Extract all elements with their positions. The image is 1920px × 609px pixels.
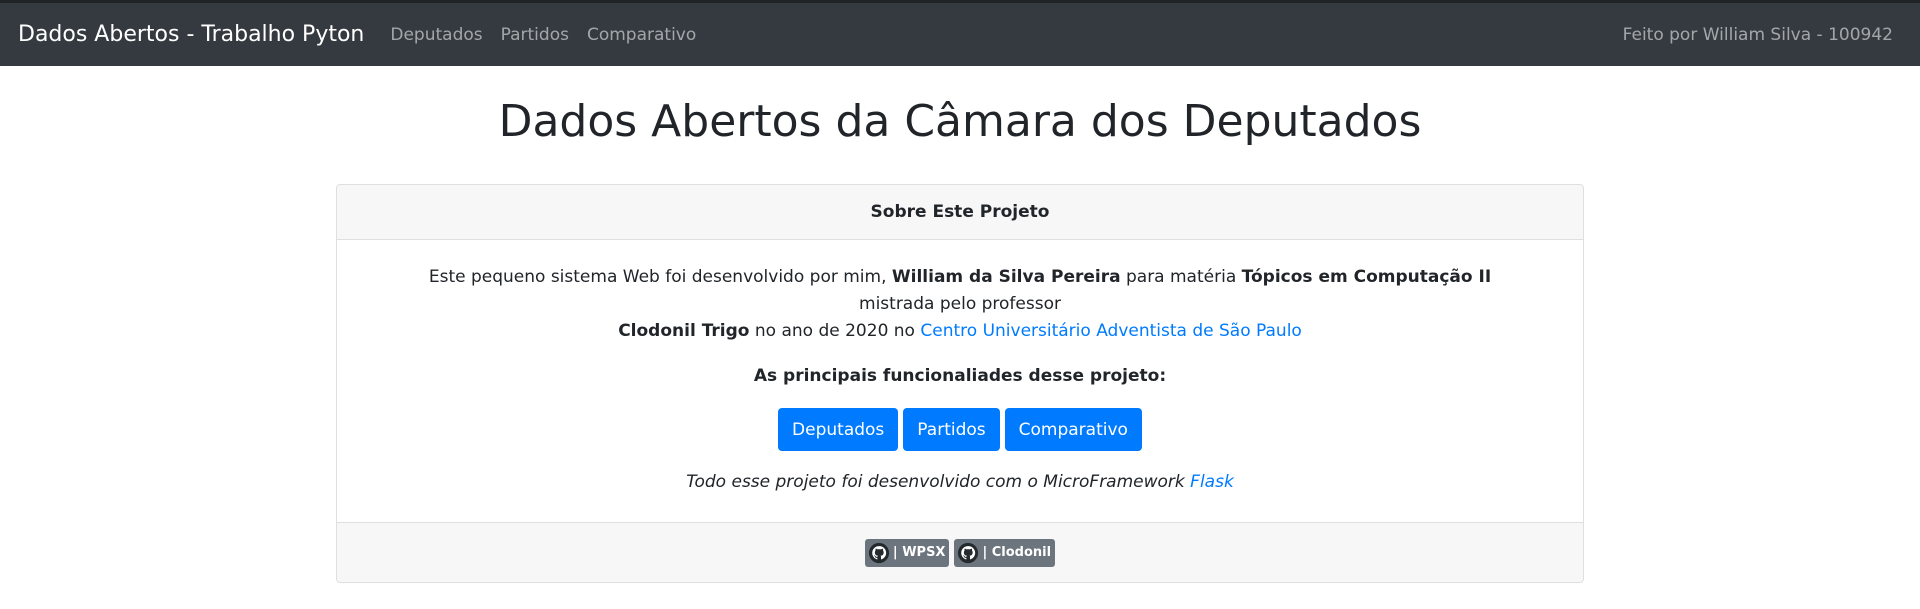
intro-paragraph: Este pequeno sistema Web foi desenvolvid… [397,264,1523,345]
outro-paragraph: Todo esse projeto foi desenvolvido com o… [397,469,1523,496]
features-title: As principais funcionaliades desse proje… [753,366,1167,386]
github-badge-clodonil-label: | Clodonil [982,545,1052,560]
card-header: Sobre Este Projeto [337,185,1583,240]
github-badge-wpsx[interactable]: | WPSX [864,538,950,567]
flask-link[interactable]: Flask [1190,472,1234,492]
outro-text: Todo esse projeto foi desenvolvido com o… [686,472,1191,492]
card-body: Este pequeno sistema Web foi desenvolvid… [337,240,1583,522]
navbar-brand[interactable]: Dados Abertos - Trabalho Pyton [18,22,364,47]
comparativo-button[interactable]: Comparativo [1004,408,1142,451]
navbar-links: Deputados Partidos Comparativo [390,25,714,45]
deputados-button[interactable]: Deputados [778,408,899,451]
author-name: William da Silva Pereira [891,267,1121,287]
nav-link-deputados[interactable]: Deputados [390,25,482,45]
feature-buttons: Deputados Partidos Comparativo [397,408,1523,451]
navbar-credit: Feito por William Silva - 100942 [1622,24,1893,45]
nav-link-partidos[interactable]: Partidos [501,25,569,45]
github-icon [958,542,979,563]
github-badge-wpsx-label: | WPSX [892,545,946,560]
intro-text-1: Este pequeno sistema Web foi desenvolvid… [428,267,892,287]
intro-text-2: para matéria [1120,267,1242,287]
nav-link-comparativo[interactable]: Comparativo [587,25,696,45]
professor-name: Clodonil Trigo [618,321,750,341]
course-name: Tópicos em Computação II [1241,267,1492,287]
top-navbar: Dados Abertos - Trabalho Pyton Deputados… [0,0,1920,66]
github-icon [868,542,890,563]
partidos-button[interactable]: Partidos [903,408,1000,451]
intro-text-3: mistrada pelo professor [859,294,1061,314]
page-title: Dados Abertos da Câmara dos Deputados [498,96,1422,147]
github-badge-clodonil[interactable]: | Clodonil [954,538,1056,567]
university-link[interactable]: Centro Universitário Adventista de São P… [920,321,1301,341]
about-card: Sobre Este Projeto Este pequeno sistema … [336,184,1584,583]
card-footer: | WPSX | Clodonil [337,522,1583,582]
intro-text-4: no ano de 2020 no [749,321,921,341]
